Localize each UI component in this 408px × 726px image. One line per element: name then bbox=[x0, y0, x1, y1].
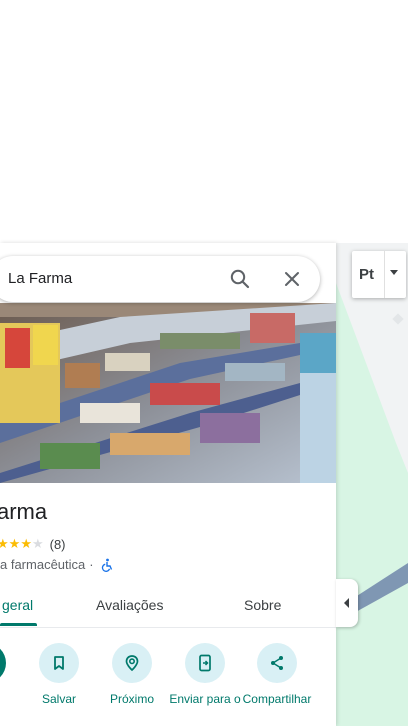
category-separator: · bbox=[89, 557, 94, 572]
chevron-down-icon[interactable] bbox=[390, 270, 398, 275]
nearby-icon-circle bbox=[112, 643, 152, 683]
share-label: Compartilhar bbox=[242, 692, 312, 706]
bookmark-icon bbox=[54, 656, 64, 670]
layer-control[interactable]: Pt bbox=[352, 251, 406, 298]
search-input[interactable]: La Farma bbox=[8, 270, 72, 287]
send-to-phone-icon bbox=[199, 654, 211, 672]
category-row: a farmacêutica · bbox=[0, 557, 114, 572]
directions-label: s bbox=[0, 692, 23, 706]
star-empty-icon: ★ bbox=[31, 536, 44, 551]
send-to-phone-label: Enviar para o bbox=[169, 692, 241, 706]
close-icon[interactable] bbox=[280, 267, 304, 291]
directions-icon bbox=[0, 643, 6, 683]
pharmacy-shelves-image bbox=[0, 303, 336, 483]
save-label: Salvar bbox=[41, 692, 76, 706]
share-button[interactable]: Compartilhar bbox=[240, 643, 314, 706]
chevron-left-icon bbox=[344, 598, 349, 608]
star-icon: ★ bbox=[0, 536, 9, 551]
nearby-label: Próximo bbox=[109, 692, 154, 706]
place-tabs: geral Avaliações Sobre bbox=[0, 585, 336, 628]
send-to-phone-icon-circle bbox=[185, 643, 225, 683]
layer-label: Pt bbox=[359, 266, 374, 283]
search-icon[interactable] bbox=[228, 267, 252, 291]
map-background bbox=[336, 243, 408, 726]
layer-divider bbox=[384, 251, 385, 298]
nearby-button[interactable]: Próximo bbox=[95, 643, 169, 706]
place-category[interactable]: a farmacêutica bbox=[0, 557, 85, 572]
map-canvas[interactable] bbox=[336, 243, 408, 726]
share-icon-circle bbox=[257, 643, 297, 683]
action-buttons: s Salvar Próximo bbox=[0, 643, 336, 726]
star-icon: ★ bbox=[8, 536, 21, 551]
nearby-icon bbox=[125, 655, 139, 672]
send-to-phone-button[interactable]: Enviar para o bbox=[168, 643, 242, 706]
tab-about[interactable]: Sobre bbox=[244, 597, 281, 613]
active-tab-indicator bbox=[0, 623, 37, 626]
place-photo[interactable] bbox=[0, 303, 336, 483]
star-icon: ★ bbox=[20, 536, 32, 551]
tab-overview[interactable]: geral bbox=[2, 597, 33, 613]
place-title: arma bbox=[0, 499, 48, 524]
place-panel: La Farma arma ★★★★ (8) a farmacêutica · … bbox=[0, 243, 336, 726]
save-button[interactable]: Salvar bbox=[22, 643, 96, 706]
wheelchair-accessible-icon bbox=[101, 558, 112, 572]
tab-reviews[interactable]: Avaliações bbox=[96, 597, 163, 613]
star-rating: ★★★★ bbox=[0, 536, 44, 552]
share-icon bbox=[271, 656, 283, 670]
review-count[interactable]: (8) bbox=[50, 537, 66, 552]
collapse-panel-button[interactable] bbox=[336, 579, 358, 627]
directions-button[interactable]: s bbox=[0, 643, 23, 706]
search-box[interactable]: La Farma bbox=[0, 256, 320, 302]
rating-row[interactable]: ★★★★ (8) bbox=[0, 536, 66, 552]
bookmark-icon-circle bbox=[39, 643, 79, 683]
